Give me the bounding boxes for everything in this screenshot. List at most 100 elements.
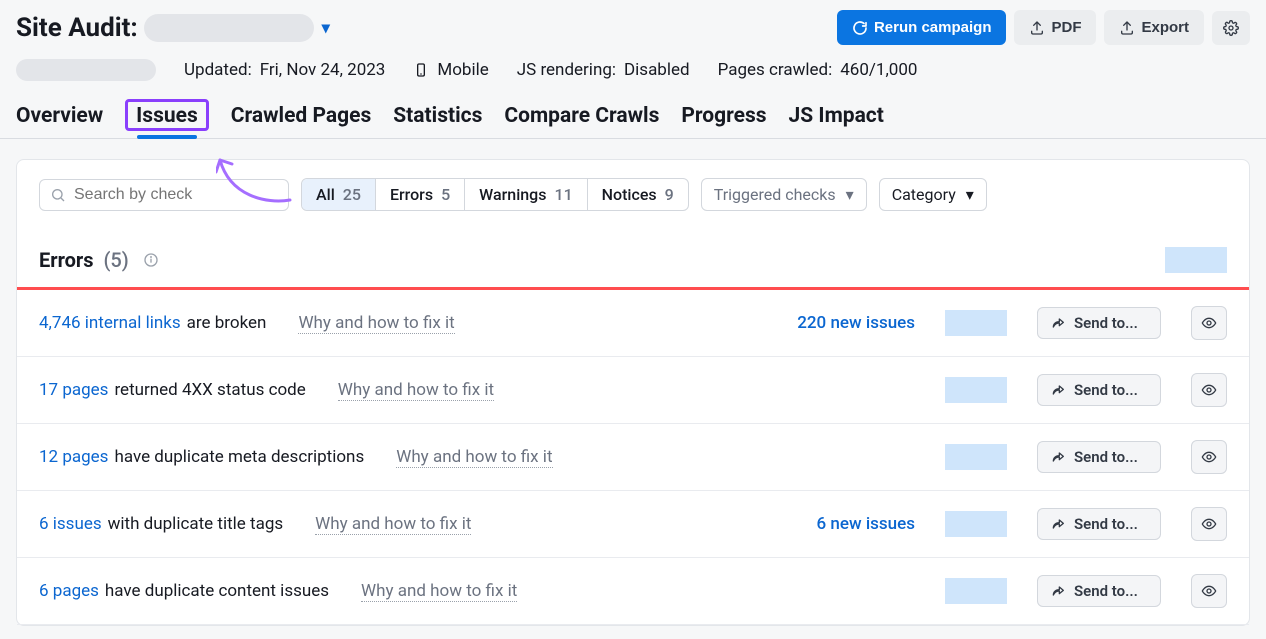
row-sparkline [945,511,1007,537]
section-title: Errors [39,248,93,272]
send-to-button[interactable]: Send to... [1037,508,1161,540]
tab-progress[interactable]: Progress [681,98,766,138]
eye-icon [1201,516,1217,532]
issues-card: All 25 Errors 5 Warnings 11 Notices 9 Tr… [16,159,1250,626]
tab-statistics[interactable]: Statistics [393,98,482,138]
issue-row: 4,746 internal links are broken Why and … [17,290,1249,357]
search-input-wrap[interactable] [39,179,289,211]
view-button[interactable] [1191,574,1227,608]
page-title: Site Audit: ▾ [16,13,330,43]
section-count: (5) [103,248,128,272]
chevron-down-icon[interactable]: ▾ [322,18,330,37]
issue-row: 12 pages have duplicate meta description… [17,424,1249,491]
rerun-campaign-button[interactable]: Rerun campaign [837,10,1007,45]
settings-button[interactable] [1212,11,1250,45]
seg-all[interactable]: All 25 [302,179,376,210]
row-sparkline [945,578,1007,604]
issue-row: 6 pages have duplicate content issues Wh… [17,558,1249,625]
errors-section-header: Errors (5) [17,223,1249,287]
issue-count-link[interactable]: 4,746 internal links [39,313,181,333]
project-pill-placeholder [16,59,156,81]
title-prefix: Site Audit: [16,13,138,43]
issue-text: 6 pages have duplicate content issues Wh… [39,581,517,602]
refresh-icon [852,20,868,36]
tab-bar: Overview Issues Crawled Pages Statistics… [0,93,1266,139]
issue-rest: have duplicate meta descriptions [114,447,364,467]
row-sparkline [945,310,1007,336]
gear-icon [1223,20,1239,36]
issue-text: 4,746 internal links are broken Why and … [39,313,459,334]
pages-crawled-info: Pages crawled: 460/1,000 [718,60,918,80]
eye-icon [1201,583,1217,599]
row-sparkline [945,444,1007,470]
row-sparkline [945,377,1007,403]
issue-count-link[interactable]: 12 pages [39,447,108,467]
upload-icon [1029,20,1045,36]
issue-row: 6 issues with duplicate title tags Why a… [17,491,1249,558]
issue-text: 17 pages returned 4XX status code Why an… [39,380,494,401]
issue-rest: have duplicate content issues [105,581,329,601]
help-link[interactable]: Why and how to fix it [361,581,517,602]
issue-row: 17 pages returned 4XX status code Why an… [17,357,1249,424]
mobile-icon [413,62,429,78]
upload-icon [1119,20,1135,36]
share-arrow-icon [1050,449,1066,465]
eye-icon [1201,449,1217,465]
share-arrow-icon [1050,382,1066,398]
issue-rest: with duplicate title tags [108,514,284,534]
view-button[interactable] [1191,440,1227,474]
tab-crawled-pages[interactable]: Crawled Pages [231,98,371,138]
help-link[interactable]: Why and how to fix it [338,380,494,401]
seg-notices[interactable]: Notices 9 [588,179,688,210]
sub-header: Updated: Fri, Nov 24, 2023 Mobile JS ren… [0,45,1266,93]
view-button[interactable] [1191,306,1227,340]
tab-compare-crawls[interactable]: Compare Crawls [504,98,659,138]
eye-icon [1201,382,1217,398]
issue-text: 6 issues with duplicate title tags Why a… [39,514,471,535]
tab-js-impact[interactable]: JS Impact [789,98,884,138]
tab-overview[interactable]: Overview [16,98,103,138]
help-link[interactable]: Why and how to fix it [396,447,552,468]
updated-info: Updated: Fri, Nov 24, 2023 [184,60,385,80]
js-rendering-info: JS rendering: Disabled [517,60,690,80]
help-link[interactable]: Why and how to fix it [298,313,454,334]
send-to-button[interactable]: Send to... [1037,307,1161,339]
send-to-button[interactable]: Send to... [1037,575,1161,607]
issue-count-link[interactable]: 6 issues [39,514,102,534]
help-link[interactable]: Why and how to fix it [315,514,471,535]
search-input[interactable] [74,186,278,204]
filter-segment: All 25 Errors 5 Warnings 11 Notices 9 [301,178,689,211]
issue-rest: returned 4XX status code [114,380,305,400]
send-to-button[interactable]: Send to... [1037,374,1161,406]
info-icon[interactable] [143,252,159,268]
new-issues[interactable]: 6 new issues [817,514,915,534]
triggered-checks-dropdown[interactable]: Triggered checks ▾ [701,178,867,211]
search-icon [50,187,66,203]
page-header: Site Audit: ▾ Rerun campaign PDF Export [0,0,1266,45]
view-button[interactable] [1191,507,1227,541]
issue-text: 12 pages have duplicate meta description… [39,447,553,468]
device-info: Mobile [413,60,488,80]
seg-warnings[interactable]: Warnings 11 [465,179,588,210]
seg-errors[interactable]: Errors 5 [376,179,465,210]
share-arrow-icon [1050,315,1066,331]
issue-count-link[interactable]: 17 pages [39,380,108,400]
domain-pill-placeholder [144,14,314,42]
tab-issues-highlight: Issues [125,99,209,131]
new-issues[interactable]: 220 new issues [797,313,915,333]
category-dropdown[interactable]: Category ▾ [879,178,987,211]
share-arrow-icon [1050,516,1066,532]
send-to-button[interactable]: Send to... [1037,441,1161,473]
pdf-button[interactable]: PDF [1014,10,1096,45]
view-button[interactable] [1191,373,1227,407]
export-button[interactable]: Export [1104,10,1204,45]
issue-rest: are broken [187,313,267,333]
eye-icon [1201,315,1217,331]
section-sparkline [1165,247,1227,273]
chevron-down-icon: ▾ [966,185,974,204]
tab-issues[interactable]: Issues [125,98,209,138]
chevron-down-icon: ▾ [846,185,854,204]
share-arrow-icon [1050,583,1066,599]
issue-count-link[interactable]: 6 pages [39,581,99,601]
filter-bar: All 25 Errors 5 Warnings 11 Notices 9 Tr… [17,178,1249,223]
